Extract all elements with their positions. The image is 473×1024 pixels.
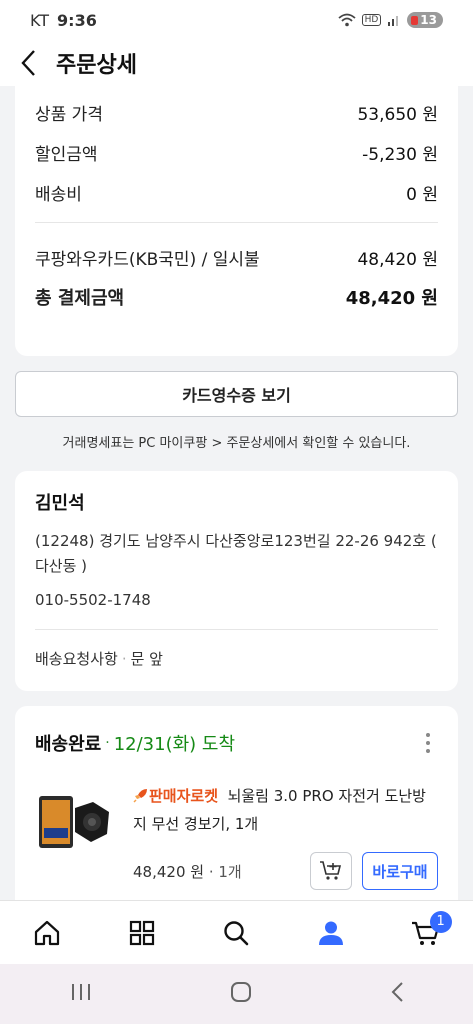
price-row: 상품 가격 53,650 원 — [35, 92, 438, 132]
nav-my-coupang[interactable] — [301, 903, 361, 963]
payment-method-row: 쿠팡와우카드(KB국민) / 일시불 48,420 원 — [35, 237, 438, 277]
seller-rocket-label: 판매자로켓 — [149, 787, 219, 805]
delivery-request-value: 문 앞 — [130, 650, 163, 668]
total-label: 총 결제금액 — [35, 288, 125, 309]
app-header: 주문상세 — [0, 40, 473, 86]
bottom-navigation: 1 — [0, 900, 473, 964]
cart-plus-icon — [320, 861, 342, 880]
discount-value: -5,230 원 — [362, 144, 438, 165]
address-card: 김민석 (12248) 경기도 남양주시 다산중앙로123번길 22-26 94… — [15, 471, 458, 691]
separator-dot: · — [121, 650, 127, 668]
clock: 9:36 — [57, 10, 97, 30]
divider — [35, 222, 438, 223]
discount-label: 할인금액 — [35, 144, 98, 165]
recent-apps-icon — [71, 984, 90, 1000]
separator-dot: · — [208, 862, 219, 881]
arrival-date: 12/31(화) 도착 — [113, 734, 236, 755]
add-to-cart-button[interactable] — [310, 852, 352, 890]
recent-apps-button[interactable] — [69, 982, 93, 1006]
discount-row: 할인금액 -5,230 원 — [35, 132, 438, 172]
user-icon — [319, 921, 344, 945]
dot — [426, 741, 430, 745]
shipping-fee-value: 0 원 — [406, 184, 438, 205]
back-arrow-icon — [391, 982, 403, 1002]
hd-icon: HD — [361, 14, 382, 26]
dot — [426, 749, 430, 753]
product-price: 48,420 원 — [133, 862, 205, 881]
total-value: 48,420 원 — [345, 288, 438, 309]
product-info: 판매자로켓 뇌울림 3.0 PRO 자전거 도난방지 무선 경보기, 1개 48… — [133, 782, 438, 890]
payment-method-label: 쿠팡와우카드(KB국민) / 일시불 — [35, 249, 260, 270]
product-price-info: 48,420 원 · 1개 — [133, 861, 242, 882]
recipient-phone: 010-5502-1748 — [35, 591, 151, 609]
total-row: 총 결제금액 48,420 원 — [35, 277, 438, 317]
price-row: 48,420 원 · 1개 바로구매 — [133, 852, 438, 890]
system-back-button[interactable] — [389, 981, 405, 1007]
more-options-button[interactable] — [418, 731, 438, 755]
nav-search[interactable] — [206, 903, 266, 963]
back-button[interactable] — [0, 40, 56, 86]
search-icon — [224, 920, 249, 945]
carrier-label: KT — [30, 10, 50, 30]
signal-icon — [388, 16, 399, 26]
shipping-fee-label: 배송비 — [35, 184, 82, 205]
home-icon — [35, 920, 60, 945]
separator-dot: · — [105, 735, 110, 751]
cart-count-badge: 1 — [429, 910, 452, 933]
buy-now-button[interactable]: 바로구매 — [362, 852, 438, 890]
delivery-request: 배송요청사항 · 문 앞 — [35, 648, 438, 669]
shipment-status: 배송완료 — [35, 734, 102, 755]
battery-level: 13 — [420, 13, 437, 27]
home-button[interactable] — [230, 981, 252, 1007]
product-item[interactable]: 판매자로켓 뇌울림 3.0 PRO 자전거 도난방지 무선 경보기, 1개 48… — [35, 782, 438, 890]
dot — [426, 733, 430, 737]
address-line-2: 다산동 ) — [35, 557, 88, 575]
rocket-icon — [133, 789, 147, 803]
battery-indicator: 13 — [407, 12, 443, 28]
nav-categories[interactable] — [112, 903, 172, 963]
nav-home[interactable] — [17, 903, 77, 963]
divider — [35, 629, 438, 630]
status-icons: HD 13 — [338, 12, 443, 28]
product-thumbnail[interactable] — [35, 782, 115, 862]
shipment-card: 배송완료 · 12/31(화) 도착 판매자로켓 뇌울림 3.0 PRO 자전거… — [15, 706, 458, 900]
system-navigation-bar — [0, 964, 473, 1024]
product-title[interactable]: 판매자로켓 뇌울림 3.0 PRO 자전거 도난방지 무선 경보기, 1개 — [133, 782, 438, 838]
shipping-fee-row: 배송비 0 원 — [35, 172, 438, 212]
wifi-icon — [338, 13, 356, 27]
payment-summary-card: 상품 가격 53,650 원 할인금액 -5,230 원 배송비 0 원 쿠팡와… — [15, 86, 458, 356]
status-bar: KT 9:36 HD 13 — [0, 0, 473, 40]
grid-icon — [129, 920, 154, 945]
product-quantity: 1개 — [218, 862, 242, 881]
statement-notice: 거래명세표는 PC 마이쿠팡 > 주문상세에서 확인할 수 있습니다. — [62, 436, 411, 451]
price-value: 53,650 원 — [357, 104, 438, 125]
chevron-left-icon — [21, 50, 35, 76]
payment-method-value: 48,420 원 — [357, 249, 438, 270]
address-line-1: (12248) 경기도 남양주시 다산중앙로123번길 22-26 942호 ( — [35, 532, 437, 550]
recipient-name: 김민석 — [35, 493, 85, 514]
battery-low-icon — [411, 15, 419, 25]
price-label: 상품 가격 — [35, 104, 103, 125]
nav-cart[interactable]: 1 — [396, 903, 456, 963]
delivery-request-label: 배송요청사항 — [35, 650, 118, 668]
home-circle-icon — [230, 982, 251, 1002]
shipment-header: 배송완료 · 12/31(화) 도착 — [35, 730, 438, 756]
page-title: 주문상세 — [56, 53, 137, 78]
card-receipt-button[interactable]: 카드영수증 보기 — [15, 371, 458, 417]
order-detail-content[interactable]: 상품 가격 53,650 원 할인금액 -5,230 원 배송비 0 원 쿠팡와… — [0, 86, 473, 900]
